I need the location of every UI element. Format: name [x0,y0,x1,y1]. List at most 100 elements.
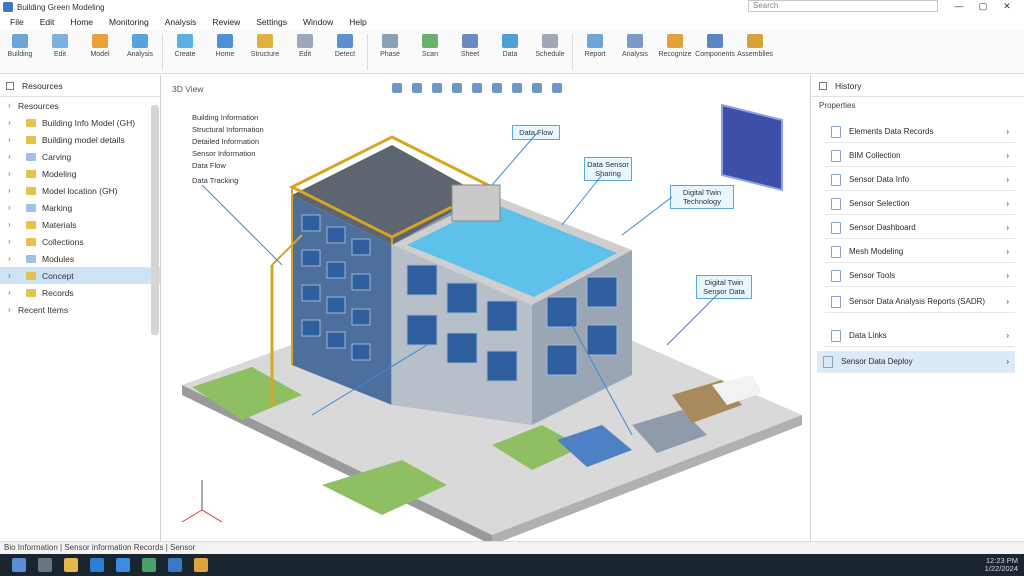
chevron-right-icon[interactable]: › [8,288,18,297]
tree-item[interactable]: › Collections [0,233,160,250]
select-icon[interactable] [412,83,422,93]
search-icon[interactable] [38,558,52,572]
tree-item[interactable]: › Building model details [0,131,160,148]
chevron-right-icon[interactable]: › [1006,357,1009,366]
menu-item[interactable]: Home [66,17,105,27]
search-input[interactable]: Search [748,0,938,12]
property-row[interactable]: Sensor Data Info › [825,169,1015,191]
ribbon-button[interactable]: Edit [285,30,325,72]
chevron-right-icon[interactable]: › [8,118,18,127]
menu-item[interactable]: Settings [252,17,299,27]
property-row[interactable]: Mesh Modeling › [825,241,1015,263]
property-row[interactable]: Sensor Dashboard › [825,217,1015,239]
ribbon-button[interactable]: Edit [40,30,80,72]
settings-icon[interactable] [552,83,562,93]
chart-icon [502,34,518,48]
tree-item[interactable]: › Modules [0,250,160,267]
menu-item[interactable]: Monitoring [105,17,161,27]
folder-icon[interactable] [64,558,78,572]
property-label: Mesh Modeling [849,247,904,256]
chevron-right-icon[interactable]: › [1006,127,1009,136]
tree-item[interactable]: › Modeling [0,165,160,182]
ribbon-button[interactable]: Create [165,30,205,72]
chevron-right-icon[interactable]: › [8,220,18,229]
close-button[interactable]: ✕ [996,0,1018,13]
ribbon-button[interactable]: Recognize [655,30,695,72]
chevron-right-icon[interactable]: › [8,254,18,263]
chevron-right-icon[interactable]: › [1006,331,1009,340]
ribbon-button[interactable]: Home [205,30,245,72]
tree-item[interactable]: › Building Info Model (GH) [0,114,160,131]
property-row[interactable]: Data Links › [825,325,1015,347]
ribbon-button[interactable]: Data [490,30,530,72]
maximize-button[interactable]: ▢ [972,0,994,13]
rotate-icon[interactable] [452,83,462,93]
property-row[interactable]: Elements Data Records › [825,121,1015,143]
menu-item[interactable]: Review [208,17,252,27]
property-row[interactable]: Sensor Data Deploy › [817,351,1015,373]
chevron-right-icon[interactable]: › [8,237,18,246]
chevron-right-icon[interactable]: › [8,271,18,280]
ribbon-button[interactable]: Phase [370,30,410,72]
tree-item[interactable]: › Model location (GH) [0,182,160,199]
chevron-right-icon[interactable]: › [8,101,18,110]
3d-viewport[interactable]: 3D View Building Information Structural … [162,75,808,541]
ribbon-button[interactable]: Sheet [450,30,490,72]
ribbon-button[interactable]: Schedule [530,30,570,72]
chevron-right-icon[interactable]: › [1006,199,1009,208]
tree-item[interactable]: › Marking [0,199,160,216]
tree-item[interactable]: › Carving [0,148,160,165]
app-icon[interactable] [194,558,208,572]
property-row[interactable]: Sensor Data Analysis Reports (SADR) › [825,291,1015,313]
pencil-icon[interactable] [392,83,402,93]
chevron-right-icon[interactable]: › [8,152,18,161]
menu-item[interactable]: Edit [36,17,67,27]
frame-icon[interactable] [472,83,482,93]
menu-item[interactable]: File [6,17,36,27]
chevron-right-icon[interactable]: › [1006,271,1009,280]
tree-item[interactable]: › Recent Items [0,301,160,318]
store-icon[interactable] [90,558,104,572]
tree-item[interactable]: › Resources [0,97,160,114]
ribbon-button[interactable]: Report [575,30,615,72]
ribbon-button[interactable]: Assemblies [735,30,775,72]
menu-item[interactable]: Window [299,17,345,27]
chevron-right-icon[interactable]: › [8,305,18,314]
app-icon[interactable] [168,558,182,572]
chevron-right-icon[interactable]: › [1006,223,1009,232]
system-tray[interactable]: 12:23 PM 1/22/2024 [985,557,1018,573]
chevron-right-icon[interactable]: › [1006,297,1009,306]
chevron-right-icon[interactable]: › [8,135,18,144]
browser-icon[interactable] [142,558,156,572]
chevron-right-icon[interactable]: › [8,203,18,212]
menu-item[interactable]: Analysis [161,17,209,27]
tree-item[interactable]: › Concept [0,267,160,284]
tools-icon[interactable] [532,83,542,93]
chevron-right-icon[interactable]: › [8,169,18,178]
ribbon-button[interactable]: Scan [410,30,450,72]
chevron-right-icon[interactable]: › [1006,151,1009,160]
chevron-right-icon[interactable]: › [1006,247,1009,256]
property-row[interactable]: Sensor Selection › [825,193,1015,215]
menu-item[interactable]: Help [345,17,378,27]
minimize-button[interactable]: — [948,0,970,13]
chevron-right-icon[interactable]: › [1006,175,1009,184]
ribbon-button[interactable]: Components [695,30,735,72]
ribbon-button[interactable]: Structure [245,30,285,72]
property-row[interactable]: BIM Collection › [825,145,1015,167]
ribbon-button[interactable]: Detect [325,30,365,72]
line-icon[interactable] [432,83,442,93]
ribbon-button[interactable]: Building [0,30,40,72]
save-icon[interactable] [492,83,502,93]
ribbon-button[interactable]: Model [80,30,120,72]
left-scrollbar[interactable] [151,105,159,335]
tree-item[interactable]: › Records [0,284,160,301]
tree-item[interactable]: › Materials [0,216,160,233]
ribbon-button[interactable]: Analysis [120,30,160,72]
ribbon-button[interactable]: Analysis [615,30,655,72]
start-icon[interactable] [12,558,26,572]
chevron-right-icon[interactable]: › [8,186,18,195]
property-row[interactable]: Sensor Tools › [825,265,1015,287]
mail-icon[interactable] [116,558,130,572]
move-icon[interactable] [512,83,522,93]
